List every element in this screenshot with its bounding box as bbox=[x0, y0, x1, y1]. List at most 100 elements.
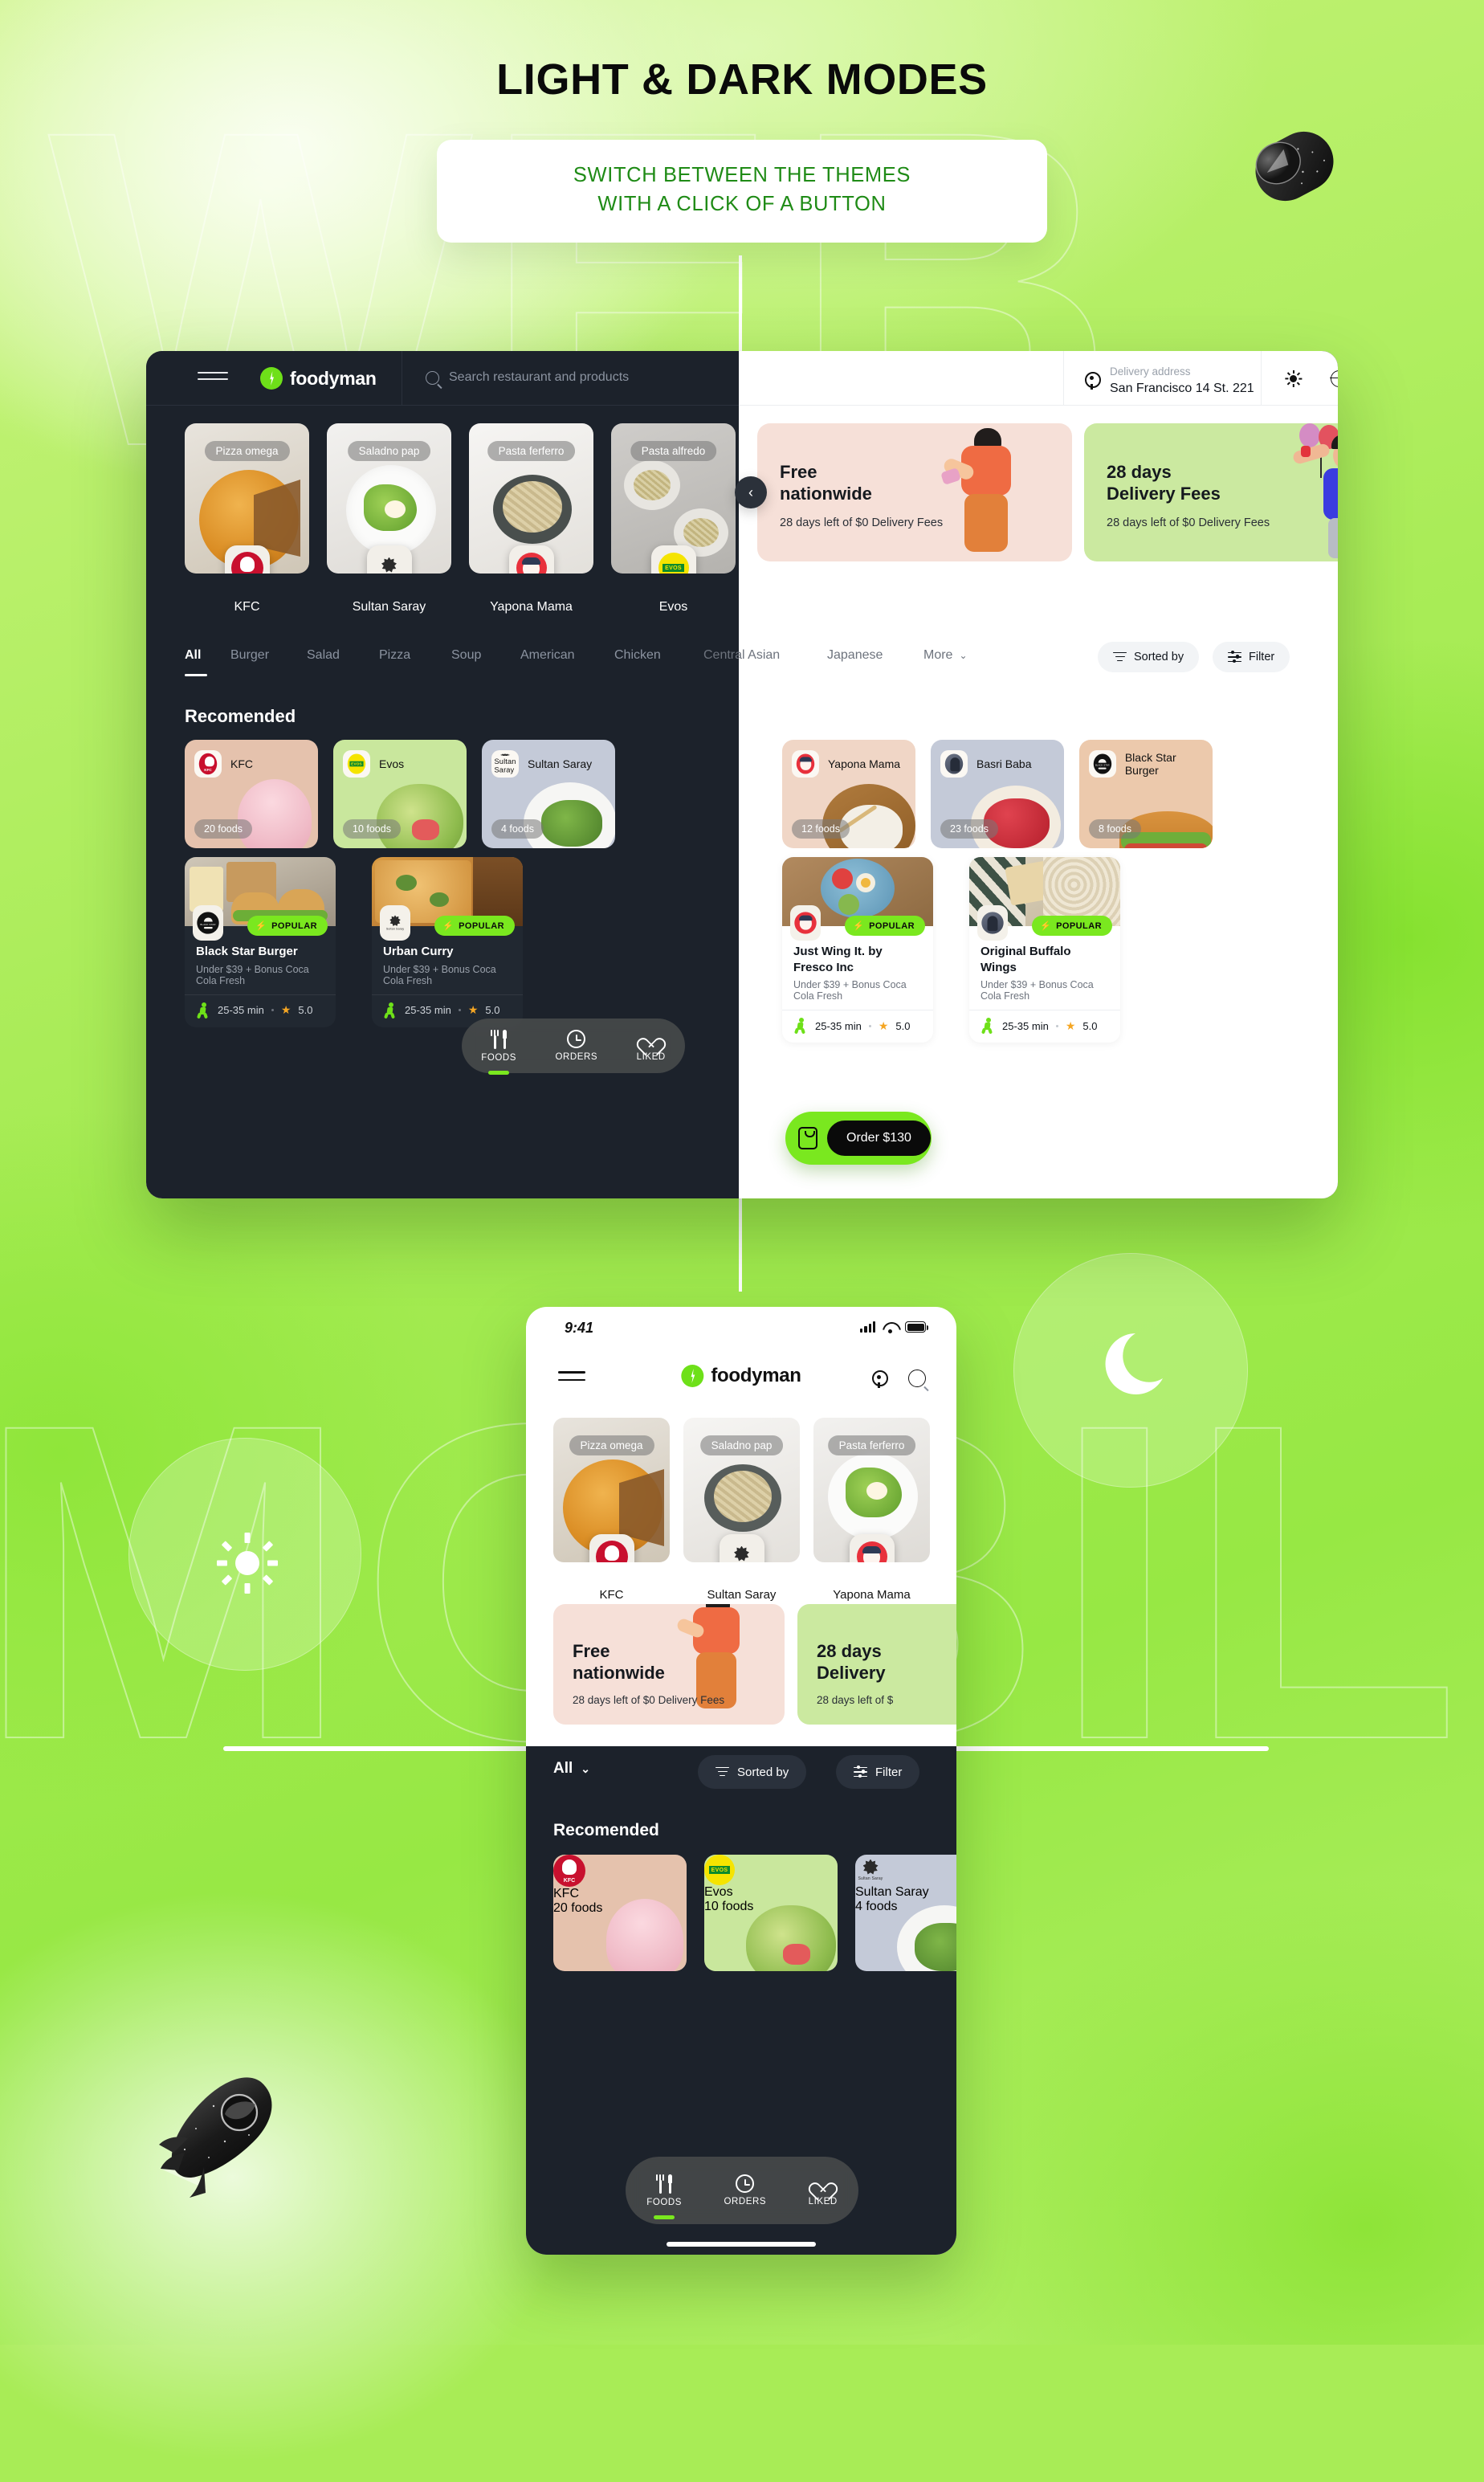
location-pin-icon bbox=[1082, 371, 1101, 390]
restaurant-tile[interactable]: Sultan Saray Sultan Saray 4 foods bbox=[855, 1855, 956, 1971]
nav-label-orders: ORDERS bbox=[555, 1052, 598, 1062]
evos-logo: EVOS bbox=[343, 750, 370, 778]
banner-text: 28 days Delivery Fees 28 days left of $0… bbox=[1107, 462, 1270, 529]
tab-chicken[interactable]: Chicken bbox=[614, 648, 661, 663]
menu-icon[interactable] bbox=[558, 1371, 585, 1386]
star-icon: ★ bbox=[467, 1003, 479, 1016]
category-select-label: All bbox=[553, 1760, 573, 1777]
story-chip-label: Pizza omega bbox=[569, 1435, 654, 1455]
restaurant-card[interactable]: BLACK STAR ⚡ POPULAR Black Star Burger U… bbox=[185, 857, 336, 1027]
banner-prev-button[interactable]: ‹ bbox=[735, 476, 767, 508]
story-card[interactable]: Pasta ferferro Yapona Mama bbox=[813, 1418, 930, 1602]
tab-japanese[interactable]: Japanese bbox=[827, 648, 883, 663]
restaurant-name: Black Star Burger bbox=[196, 945, 298, 958]
basri-baba-logo bbox=[977, 905, 1008, 941]
promo-banner[interactable]: 28 days Delivery Fees 28 days left of $0… bbox=[1084, 423, 1338, 561]
story-card[interactable]: Saladno pap Sultan Saray Sultan Saray bbox=[683, 1418, 800, 1602]
mobile-status-bar: 9:41 bbox=[526, 1307, 956, 1350]
story-card[interactable]: Saladno pap Sultan Saray Sultan Saray bbox=[327, 423, 451, 614]
restaurant-tile[interactable]: KFC 20 foods bbox=[185, 740, 318, 848]
delivery-time: 25-35 min bbox=[405, 1004, 451, 1016]
tab-pizza[interactable]: Pizza bbox=[379, 648, 410, 663]
black-star-burger-logo: BLACK STAR bbox=[1089, 750, 1116, 778]
restaurant-card[interactable]: Sultan Saray ⚡ POPULAR Urban Curry Under… bbox=[372, 857, 523, 1027]
location-pin-icon[interactable] bbox=[870, 1370, 888, 1389]
restaurant-tile[interactable]: Basri Baba 23 foods bbox=[931, 740, 1064, 848]
brand-logo[interactable]: foodyman bbox=[681, 1365, 801, 1387]
delivery-address-selector[interactable]: Delivery address San Francisco 14 St. 22… bbox=[1082, 364, 1254, 398]
meta-separator bbox=[868, 1024, 871, 1027]
story-chip-label: Pasta ferferro bbox=[827, 1435, 916, 1455]
star-icon: ★ bbox=[878, 1019, 889, 1032]
nav-active-indicator bbox=[488, 1070, 510, 1075]
restaurant-desc: Under $39 + Bonus Coca Cola Fresh bbox=[793, 979, 907, 1002]
order-button[interactable]: Order $130 bbox=[785, 1112, 932, 1165]
menu-icon[interactable] bbox=[198, 372, 228, 385]
theme-toggle-sun-icon[interactable] bbox=[1285, 370, 1303, 387]
nav-item-liked[interactable]: LIKED bbox=[637, 1031, 666, 1062]
nav-item-liked[interactable]: LIKED bbox=[809, 2175, 838, 2206]
tile-header: Yapona Mama bbox=[792, 750, 900, 778]
restaurant-tile[interactable]: EVOS Evos 10 foods bbox=[333, 740, 467, 848]
chevron-down-icon: ⌄ bbox=[959, 650, 968, 661]
promo-banner[interactable]: Free nationwide 28 days left of $0 Deliv… bbox=[757, 423, 1072, 561]
delivery-address-value: San Francisco 14 St. 221 bbox=[1110, 382, 1254, 396]
language-globe-icon[interactable] bbox=[1330, 369, 1338, 387]
nav-item-foods[interactable]: FOODS bbox=[646, 2174, 682, 2219]
restaurant-name: KFC bbox=[553, 1887, 579, 1900]
nav-item-foods[interactable]: FOODS bbox=[481, 1029, 516, 1075]
story-card[interactable]: Pasta alfredo EVOS Evos bbox=[611, 423, 736, 614]
category-select-all[interactable]: All ⌄ bbox=[553, 1760, 590, 1778]
tab-all[interactable]: All bbox=[185, 648, 201, 663]
tab-american[interactable]: American bbox=[520, 648, 575, 663]
nav-item-orders[interactable]: ORDERS bbox=[555, 1030, 597, 1062]
tab-salad[interactable]: Salad bbox=[307, 648, 340, 663]
desktop-app-mockup: foodyman Search restaurant and products … bbox=[146, 351, 1338, 1198]
recommended-title: Recomended bbox=[185, 706, 296, 726]
evos-logo: EVOS bbox=[704, 1855, 838, 1885]
desktop-floating-bottom-nav: FOODS ORDERS LIKED bbox=[462, 1019, 685, 1075]
mobile-app-mockup: 9:41 foodyman Pizza omega KFC KFC Saladn… bbox=[526, 1307, 956, 2255]
nav-label-liked: LIKED bbox=[636, 1051, 666, 1062]
recommended-title: Recomended bbox=[553, 1821, 659, 1839]
filter-button[interactable]: Filter bbox=[1213, 642, 1290, 672]
restaurant-tile[interactable]: BLACK STAR Black Star Burger 8 foods bbox=[1079, 740, 1213, 848]
tab-central-asian[interactable]: Central Asian bbox=[703, 648, 780, 663]
promo-banner[interactable]: 28 days Delivery 28 days left of $ bbox=[797, 1604, 956, 1725]
restaurant-tile[interactable]: Yapona Mama 12 foods bbox=[782, 740, 915, 848]
sorted-by-button[interactable]: Sorted by bbox=[1098, 642, 1200, 672]
sultan-saray-logo: Sultan Saray bbox=[491, 750, 519, 778]
story-card[interactable]: Pizza omega KFC bbox=[185, 423, 309, 614]
nav-item-orders[interactable]: ORDERS bbox=[724, 2174, 766, 2206]
banner-title-line-1: Free bbox=[573, 1641, 610, 1661]
banner-title-line-1: 28 days bbox=[1107, 462, 1172, 482]
tab-soup[interactable]: Soup bbox=[451, 648, 481, 663]
restaurant-tile[interactable]: EVOS Evos 10 foods bbox=[704, 1855, 838, 1971]
story-image: Saladno pap Sultan Saray bbox=[327, 423, 451, 574]
tab-more[interactable]: More ⌄ bbox=[923, 648, 968, 663]
bolt-icon: ⚡ bbox=[255, 921, 267, 931]
promo-banner[interactable]: Free nationwide 28 days left of $0 Deliv… bbox=[553, 1604, 785, 1725]
story-image: Pizza omega bbox=[185, 423, 309, 574]
tab-burger[interactable]: Burger bbox=[230, 648, 269, 663]
story-card[interactable]: Pasta ferferro Yapona Mama bbox=[469, 423, 593, 614]
story-card[interactable]: Pizza omega KFC bbox=[553, 1418, 670, 1602]
restaurant-tile[interactable]: Sultan Saray Sultan Saray 4 foods bbox=[482, 740, 615, 848]
mobile-header-actions bbox=[870, 1370, 926, 1389]
restaurant-meta: 25-35 min ★ 5.0 bbox=[782, 1010, 933, 1043]
restaurant-tile[interactable]: KFC 20 foods bbox=[553, 1855, 687, 1971]
restaurant-card[interactable]: ⚡ POPULAR Just Wing It. by Fresco Inc Un… bbox=[782, 857, 933, 1043]
fork-knife-icon bbox=[655, 2174, 673, 2194]
search-icon[interactable] bbox=[908, 1370, 926, 1387]
sultan-saray-logo: Sultan Saray bbox=[855, 1855, 956, 1885]
foods-count-badge: 23 foods bbox=[940, 819, 998, 839]
sort-icon bbox=[716, 1766, 729, 1778]
brand-logo[interactable]: foodyman bbox=[260, 367, 377, 390]
mobile-header: foodyman bbox=[526, 1350, 956, 1403]
restaurant-card[interactable]: ⚡ POPULAR Original Buffalo Wings Under $… bbox=[969, 857, 1120, 1043]
story-image: Pasta ferferro bbox=[813, 1418, 930, 1562]
search-input[interactable]: Search restaurant and products bbox=[426, 370, 629, 385]
sorted-by-label: Sorted by bbox=[1134, 651, 1184, 663]
sorted-by-button[interactable]: Sorted by bbox=[698, 1755, 807, 1789]
filter-button[interactable]: Filter bbox=[836, 1755, 920, 1789]
